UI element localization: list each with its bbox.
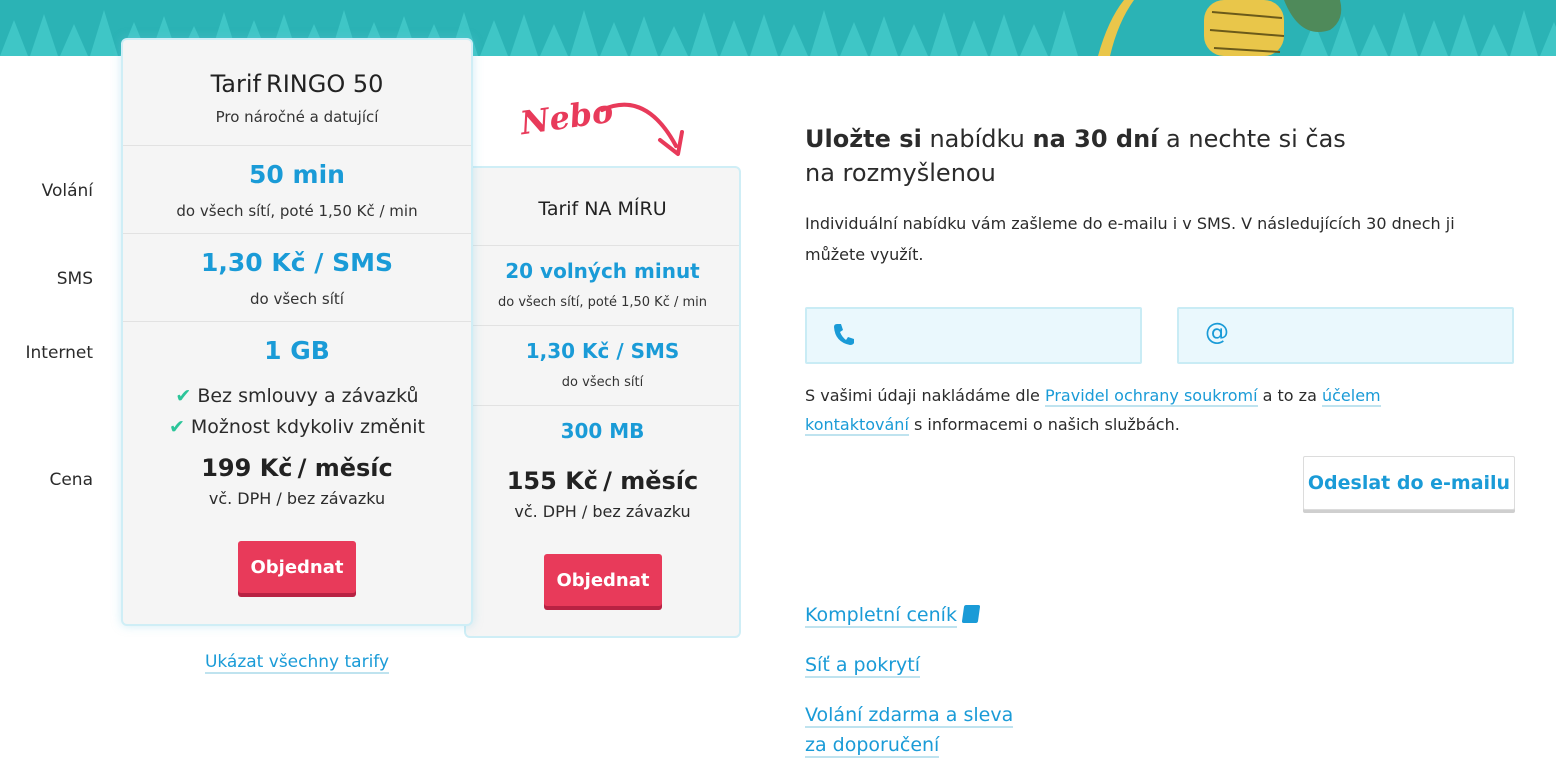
- calls-note: do všech sítí, poté 1,50 Kč / min: [176, 202, 418, 220]
- headline-text: a nechte si čas: [1166, 125, 1346, 153]
- tariff-card-custom: Tarif NA MÍRU 20 volných minut do všech …: [464, 166, 741, 638]
- divider: [466, 245, 739, 246]
- sms-note: do všech sítí: [561, 375, 644, 390]
- privacy-text: S vašimi údaji nakládáme dle: [805, 386, 1040, 405]
- divider: [466, 405, 739, 406]
- show-all-tariffs-link[interactable]: Ukázat všechny tarify: [204, 652, 390, 674]
- data-value: 300 MB: [560, 419, 645, 443]
- divider: [466, 325, 739, 326]
- tariff-title-name: RINGO 50: [266, 70, 384, 98]
- price-line: 199 Kč / měsíc: [123, 454, 471, 482]
- phone-field[interactable]: [805, 307, 1142, 364]
- referral-link[interactable]: Volání zdarma a sleva: [805, 704, 1014, 728]
- privacy-text: s informacemi o našich službách.: [913, 415, 1180, 434]
- coverage-link[interactable]: Síť a pokrytí: [805, 654, 920, 678]
- tariff-title: Tarif NA MÍRU: [538, 198, 667, 220]
- referral-link[interactable]: za doporučení: [805, 734, 940, 758]
- divider: [123, 145, 471, 146]
- phone-icon: [833, 322, 855, 352]
- price-unit: / měsíc: [297, 454, 393, 482]
- sms-note: do všech sítí: [250, 290, 344, 308]
- calls-value: 50 min: [249, 160, 345, 189]
- row-label-internet: Internet: [25, 343, 93, 363]
- row-label-price: Cena: [49, 470, 93, 490]
- tariff-card-ringo: Tarif RINGO 50 Pro náročné a datující 50…: [121, 38, 473, 626]
- privacy-policy-link[interactable]: Pravidel ochrany soukromí: [1044, 386, 1258, 407]
- calls-note: do všech sítí, poté 1,50 Kč / min: [497, 295, 708, 310]
- sms-value: 1,30 Kč / SMS: [525, 339, 680, 363]
- phone-input[interactable]: [877, 321, 1127, 351]
- feature-label: Možnost kdykoliv změnit: [190, 416, 425, 438]
- vat-note: vč. DPH / bez závazku: [208, 489, 386, 508]
- order-button[interactable]: Objednat: [238, 541, 356, 593]
- check-icon: ✔: [168, 416, 185, 438]
- offer-description: Individuální nabídku vám zašleme do e-ma…: [805, 214, 1455, 264]
- feature-label: Bez smlouvy a závazků: [197, 385, 419, 407]
- check-icon: ✔: [175, 385, 192, 407]
- tariff-card-title: Tarif RINGO 50: [123, 70, 471, 98]
- book-icon: [961, 605, 981, 623]
- tariff-title-main: Tarif: [210, 70, 261, 98]
- headline-text: nabídku: [929, 125, 1025, 153]
- feature-item: ✔ Možnost kdykoliv změnit: [123, 416, 471, 438]
- vat-note: vč. DPH / bez závazku: [514, 502, 691, 521]
- divider: [123, 321, 471, 322]
- email-field[interactable]: @: [1177, 307, 1514, 364]
- show-all-tariffs: Ukázat všechny tarify: [121, 652, 473, 674]
- feature-item: ✔ Bez smlouvy a závazků: [123, 385, 471, 407]
- curved-arrow-icon: [600, 102, 684, 156]
- row-label-calls: Volání: [41, 181, 93, 201]
- calls-value: 20 volných minut: [505, 259, 700, 283]
- coverage-item: Síť a pokrytí: [805, 650, 920, 680]
- data-value: 1 GB: [264, 336, 330, 365]
- contact-purpose-link[interactable]: účelem: [1321, 386, 1381, 407]
- row-label-sms: SMS: [56, 269, 93, 289]
- email-input[interactable]: [1249, 321, 1499, 351]
- price-line: 155 Kč / měsíc: [466, 467, 739, 495]
- at-icon: @: [1205, 318, 1229, 346]
- send-email-button[interactable]: Odeslat do e-mailu: [1303, 456, 1515, 510]
- contact-purpose-link[interactable]: kontaktování: [805, 415, 909, 436]
- tariff-subtitle: Pro náročné a datující: [215, 108, 379, 126]
- offer-headline: Uložte si nabídku na 30 dní a nechte si …: [805, 122, 1445, 190]
- referral-item: Volání zdarma a sleva za doporučení: [805, 700, 1014, 760]
- headline-bold: na 30 dní: [1032, 125, 1159, 153]
- privacy-note: S vašimi údaji nakládáme dle Pravidel oc…: [805, 381, 1445, 439]
- headline-bold: Uložte si: [805, 125, 922, 153]
- price-value: 199 Kč: [201, 454, 293, 482]
- pricelist-link[interactable]: Kompletní ceník: [805, 604, 957, 628]
- price-unit: / měsíc: [603, 467, 699, 495]
- sms-value: 1,30 Kč / SMS: [200, 248, 393, 277]
- pricelist-item: Kompletní ceník: [805, 600, 981, 630]
- divider: [123, 233, 471, 234]
- order-button[interactable]: Objednat: [544, 554, 662, 606]
- headline-text: na rozmyšlenou: [805, 159, 996, 187]
- price-value: 155 Kč: [506, 467, 599, 495]
- privacy-text: a to za: [1262, 386, 1317, 405]
